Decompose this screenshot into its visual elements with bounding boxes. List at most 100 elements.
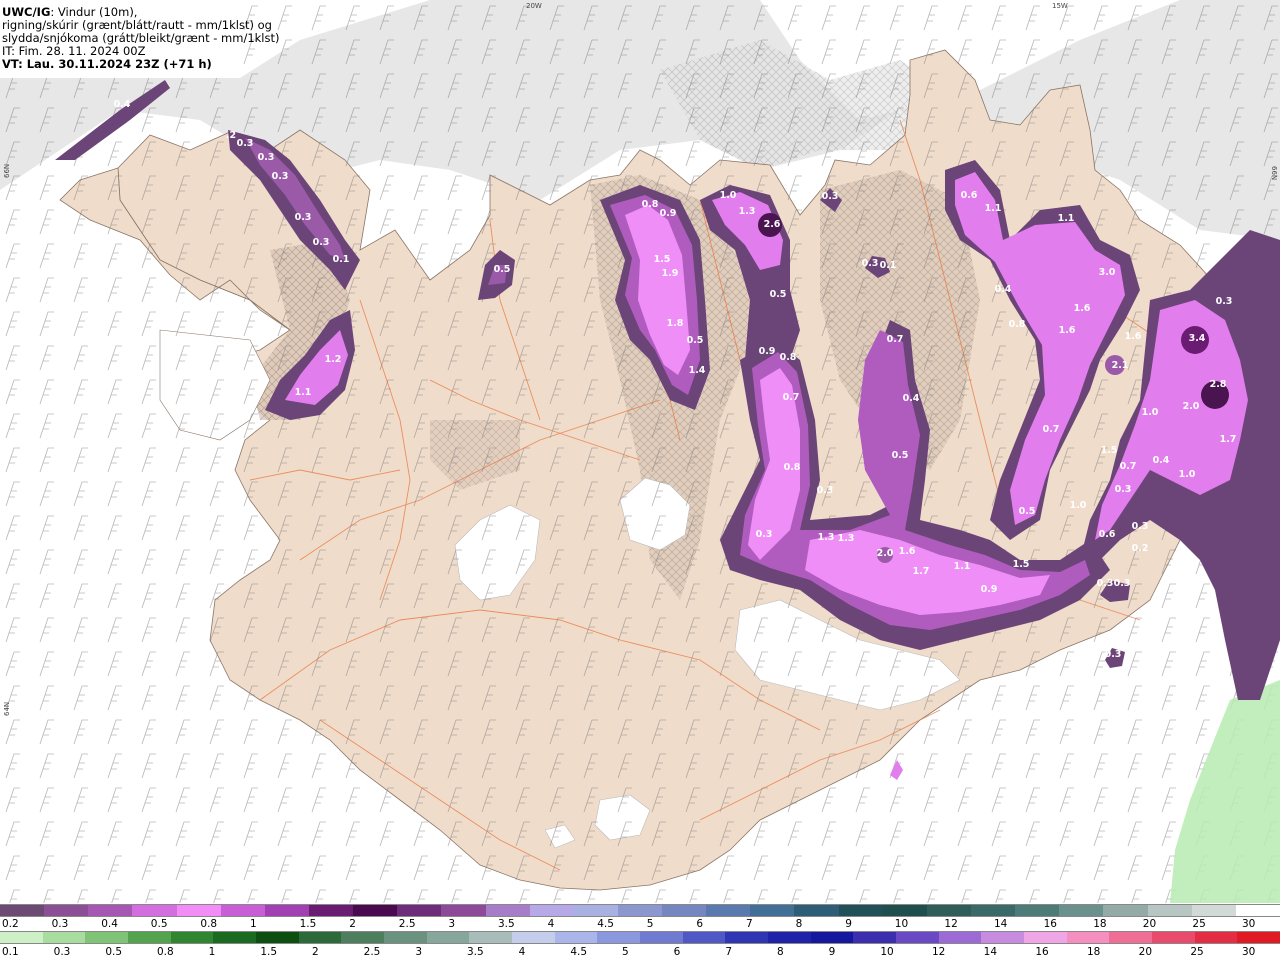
legend-label: 20 <box>1138 946 1153 958</box>
legend-label: 18 <box>1093 918 1107 930</box>
precip-value-label: 0.3 <box>1115 484 1132 495</box>
precip-value-label: 0.5 <box>687 335 704 346</box>
legend-snow-colorbar <box>0 904 1280 919</box>
legend-label: 8 <box>777 946 784 958</box>
precip-value-label: 0.3 <box>1114 578 1131 589</box>
legend-swatch <box>938 931 982 944</box>
precip-value-label: 0.8 <box>642 199 659 210</box>
legend-label: 2 <box>349 918 356 930</box>
legend-swatch <box>469 931 513 944</box>
legend-label: 0.1 <box>2 946 19 958</box>
precip-value-label: 0.8 <box>1009 319 1026 330</box>
weather-map: 20W 15W 66N 64N 66N 0.4.20.30.30.30.30.3… <box>0 0 1280 903</box>
legend-label: 2.5 <box>363 946 381 958</box>
precip-value-label: 2.8 <box>1210 379 1227 390</box>
precip-value-label: 0.3 <box>822 191 839 202</box>
legend-swatch <box>725 931 769 944</box>
precip-value-label: 1.5 <box>1101 445 1118 456</box>
grid-label-64n: 64N <box>3 702 11 716</box>
legend-swatch <box>88 904 133 917</box>
legend-label: 3 <box>448 918 456 930</box>
legend-swatch <box>794 904 840 917</box>
legend-swatch <box>554 931 598 944</box>
precip-value-label: 0.4 <box>903 393 920 404</box>
legend-swatch <box>838 904 884 917</box>
legend-label: 1 <box>208 946 216 958</box>
legend-swatch <box>1059 904 1104 917</box>
precip-value-label: 0.4 <box>1153 455 1170 466</box>
precip-value-label: 1.9 <box>662 268 679 279</box>
legend-label: 20 <box>1142 918 1157 930</box>
legend-label: 5 <box>646 918 654 930</box>
precip-value-label: 0.3 <box>1216 296 1233 307</box>
legend-swatch <box>1237 931 1280 944</box>
grid-label-15w: 15W <box>1052 2 1068 10</box>
precip-value-label: 0.3 <box>1105 649 1122 660</box>
legend-swatch <box>573 904 619 917</box>
precip-value-label: 0.6 <box>1099 529 1116 540</box>
legend-label: 25 <box>1190 946 1204 958</box>
legend-swatch <box>1015 904 1060 917</box>
precip-value-label: 1.5 <box>1013 559 1030 570</box>
precip-value-label: 0.3 <box>756 529 773 540</box>
precip-value-label: 0.5 <box>494 264 511 275</box>
legend-label: 1 <box>250 918 257 930</box>
precip-value-label: 0.5 <box>770 289 787 300</box>
legend-label: 2 <box>312 946 319 958</box>
precip-value-label: 0.7 <box>887 334 904 345</box>
precip-value-label: 1.8 <box>667 318 684 329</box>
precip-value-label: 0.3 <box>1097 578 1114 589</box>
legend-swatch <box>640 931 684 944</box>
precip-value-label: 1.6 <box>1059 325 1076 336</box>
legend-swatch <box>882 904 928 917</box>
precip-value-label: 0.3 <box>817 485 834 496</box>
precip-value-label: 0.7 <box>1043 424 1060 435</box>
precip-value-label: 0.9 <box>981 584 998 595</box>
legend-label: 3.5 <box>467 946 484 958</box>
precip-value-label: 1.7 <box>1220 434 1237 445</box>
legend-label: 14 <box>983 946 998 958</box>
legend-label: 7 <box>746 918 753 930</box>
legend-label: 9 <box>845 918 852 930</box>
precip-value-label: 1.7 <box>913 566 930 577</box>
precip-value-label: 2.6 <box>764 219 781 230</box>
legend-swatch <box>926 904 972 917</box>
legend-swatch <box>220 904 266 917</box>
legend-label: 0.5 <box>150 918 168 930</box>
legend-swatch <box>213 931 257 944</box>
legend-label: 8 <box>795 918 803 930</box>
precip-value-label: .2 <box>226 130 236 141</box>
precip-value-label: 1.1 <box>1058 213 1075 224</box>
legend-snow-labels: 0.2 0.3 0.4 0.5 0.8 1 1.5 2 2.5 3 3.5 4 4.5 5 6 7 8 9 10 12… <box>0 918 1280 930</box>
legend-label: 0.8 <box>157 946 174 958</box>
legend-label: 4.5 <box>570 946 588 958</box>
legend-swatch <box>170 931 214 944</box>
legend-swatch <box>853 931 897 944</box>
legend-label: 3.5 <box>498 918 515 930</box>
legend-label: 18 <box>1087 946 1101 958</box>
precip-value-label: 1.4 <box>689 365 706 376</box>
precip-value-label: 2.0 <box>1183 401 1200 412</box>
legend-swatch <box>0 931 44 944</box>
precip-value-label: 1.6 <box>1125 331 1142 342</box>
precip-value-label: 0.3 <box>1132 521 1149 532</box>
precip-value-label: 0.3 <box>237 138 254 149</box>
legend-swatch <box>397 904 442 917</box>
grid-label-66n-right: 66N <box>1270 166 1278 180</box>
precip-value-label: 0.7 <box>1120 461 1137 472</box>
legend-swatch <box>981 931 1025 944</box>
precip-value-label: 1.6 <box>1074 303 1091 314</box>
legend-label: 6 <box>696 918 704 930</box>
legend-swatch <box>298 931 342 944</box>
legend-swatch <box>341 931 385 944</box>
precip-value-label: 0.5 <box>1019 506 1036 517</box>
legend-label: 0.5 <box>105 946 123 958</box>
legend-swatch <box>1024 931 1068 944</box>
legend-swatch <box>1191 904 1237 917</box>
legend-swatch <box>264 904 310 917</box>
legend-swatch <box>971 904 1016 917</box>
precip-value-label: 1.0 <box>720 190 737 201</box>
precip-value-label: 1.0 <box>1179 469 1196 480</box>
legend-label: 0.8 <box>200 918 218 930</box>
legend-swatch <box>1152 931 1196 944</box>
